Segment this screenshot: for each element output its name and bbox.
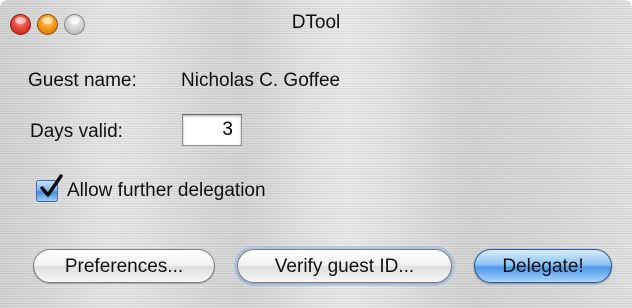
allow-delegation-row[interactable]: Allow further delegation (36, 174, 266, 204)
guest-name-value: Nicholas C. Goffee (181, 70, 341, 91)
window-title: DTool (291, 12, 341, 33)
checkmark-icon (40, 174, 63, 197)
allow-delegation-checkbox[interactable] (36, 174, 63, 202)
preferences-button[interactable]: Preferences... (33, 249, 215, 283)
days-valid-field[interactable] (182, 114, 242, 146)
verify-guest-id-button[interactable]: Verify guest ID... (237, 249, 452, 283)
guest-name-label: Guest name: (28, 70, 137, 91)
days-valid-label: Days valid: (30, 121, 123, 142)
delegate-button[interactable]: Delegate! (474, 249, 612, 283)
allow-delegation-label[interactable]: Allow further delegation (67, 180, 266, 202)
title-bar: DTool (0, 0, 632, 46)
dtool-window: DTool Guest name: Nicholas C. Goffee Day… (0, 0, 632, 308)
